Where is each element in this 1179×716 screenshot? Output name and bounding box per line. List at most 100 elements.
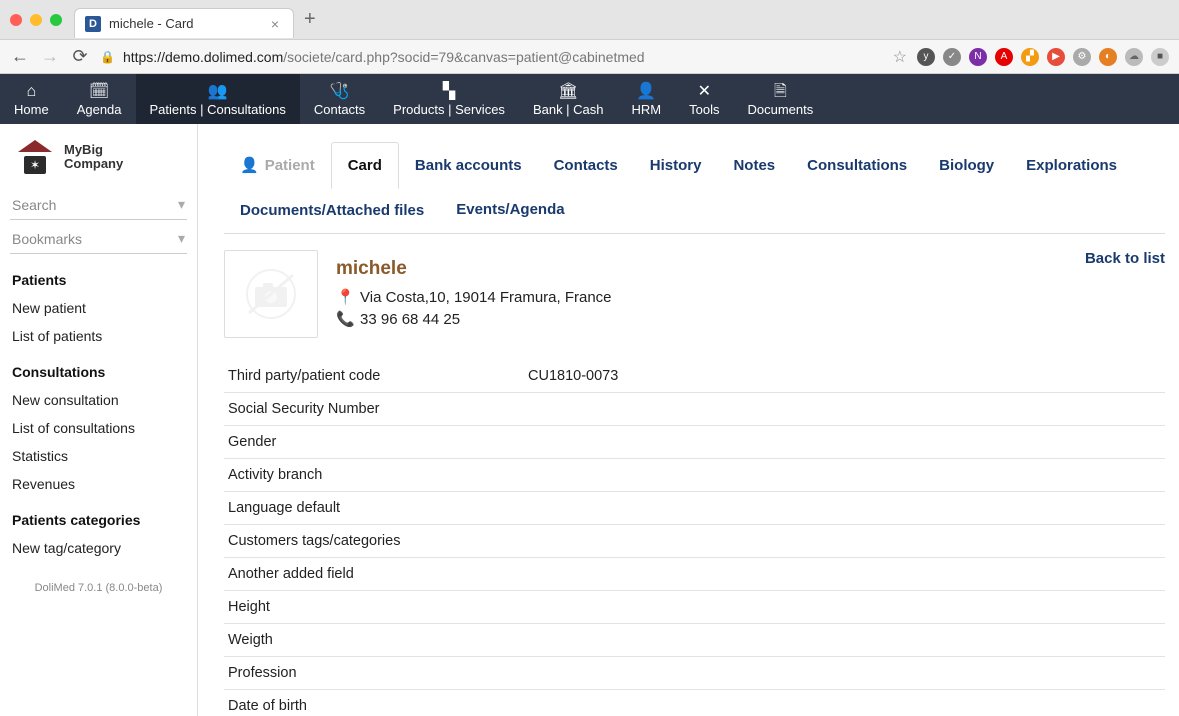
documents-icon: 🗎 <box>774 84 787 100</box>
sidebar-link-statistics[interactable]: Statistics <box>8 442 189 470</box>
bookmark-star-icon[interactable]: ☆ <box>893 47 907 67</box>
extension-icon[interactable]: ▞ <box>1021 48 1039 66</box>
extension-icon[interactable]: ■ <box>1151 48 1169 66</box>
back-to-list-link[interactable]: Back to list <box>1085 250 1165 267</box>
sidebar-section-title: Patients categories <box>8 498 189 534</box>
appbar-item-patients-consultations[interactable]: 👥 Patients | Consultations <box>136 74 300 124</box>
field-label: Date of birth <box>224 690 524 716</box>
appbar-item-hrm[interactable]: 👤HRM <box>618 74 676 124</box>
search-placeholder: Search <box>12 197 56 213</box>
patients-consultations-icon: 👥 <box>208 84 228 100</box>
extension-icon[interactable]: ▶ <box>1047 48 1065 66</box>
field-label: Gender <box>224 426 524 459</box>
tab-history[interactable]: History <box>634 143 718 188</box>
patient-avatar-placeholder[interactable] <box>224 250 318 338</box>
sidebar-link-list-of-patients[interactable]: List of patients <box>8 322 189 350</box>
sidebar-link-revenues[interactable]: Revenues <box>8 470 189 498</box>
table-row: Date of birth <box>224 690 1165 716</box>
extension-icon[interactable]: y <box>917 48 935 66</box>
table-row: Profession <box>224 657 1165 690</box>
close-window-button[interactable] <box>10 14 22 26</box>
appbar-item-label: Products | Services <box>393 102 505 117</box>
appbar-item-contacts[interactable]: 🩺Contacts <box>300 74 379 124</box>
new-tab-button[interactable]: + <box>304 8 316 31</box>
table-row: Language default <box>224 492 1165 525</box>
field-label: Profession <box>224 657 524 690</box>
appbar-item-label: Patients | Consultations <box>150 102 286 117</box>
field-value <box>524 657 1165 690</box>
extension-icon[interactable]: ☁ <box>1125 48 1143 66</box>
minimize-window-button[interactable] <box>30 14 42 26</box>
browser-tab[interactable]: D michele - Card × <box>74 8 294 38</box>
address-bar[interactable]: 🔒 https://demo.dolimed.com/societe/card.… <box>100 49 883 65</box>
field-label: Language default <box>224 492 524 525</box>
appbar-item-home[interactable]: ⌂Home <box>0 74 63 124</box>
tab-contacts[interactable]: Contacts <box>538 143 634 188</box>
home-icon: ⌂ <box>27 84 37 100</box>
tab-card[interactable]: Card <box>331 142 399 189</box>
field-label: Customers tags/categories <box>224 525 524 558</box>
agenda-icon: 🗓 <box>89 84 109 100</box>
tab-notes[interactable]: Notes <box>717 143 791 188</box>
appbar-item-products-services[interactable]: ▚ Products | Services <box>379 74 519 124</box>
extension-icon[interactable]: N <box>969 48 987 66</box>
tab-biology[interactable]: Biology <box>923 143 1010 188</box>
field-value <box>524 558 1165 591</box>
content-area: 👤PatientCardBank accountsContactsHistory… <box>198 124 1179 716</box>
field-value <box>524 426 1165 459</box>
tab-label: Patient <box>265 157 315 174</box>
appbar-item-bank-cash[interactable]: 🏛Bank | Cash <box>519 74 618 124</box>
extension-icon[interactable]: ⚙ <box>1073 48 1091 66</box>
sidebar-section-title: Consultations <box>8 350 189 386</box>
tab-events-agenda[interactable]: Events/Agenda <box>440 191 580 230</box>
back-button[interactable]: ← <box>10 46 30 67</box>
bookmarks-dropdown[interactable]: Bookmarks ▾ <box>10 224 187 254</box>
patient-fields-table: Third party/patient codeCU1810-0073Socia… <box>224 360 1165 716</box>
favicon: D <box>85 16 101 32</box>
tab-consultations[interactable]: Consultations <box>791 143 923 188</box>
products-services-icon: ▚ <box>443 84 455 100</box>
patient-name: michele <box>336 258 1067 280</box>
field-label: Activity branch <box>224 459 524 492</box>
appbar-item-agenda[interactable]: 🗓 Agenda <box>63 74 136 124</box>
field-value <box>524 492 1165 525</box>
field-label: Third party/patient code <box>224 360 524 393</box>
close-tab-button[interactable]: × <box>271 16 279 32</box>
patient-address: Via Costa,10, 19014 Framura, France <box>360 289 612 306</box>
company-logo[interactable]: ✶ MyBig Company <box>8 134 189 188</box>
appbar-item-label: Tools <box>689 102 719 117</box>
sidebar-link-list-of-consultations[interactable]: List of consultations <box>8 414 189 442</box>
sidebar-link-new-tag-category[interactable]: New tag/category <box>8 534 189 562</box>
extension-icon[interactable]: ◐ <box>1099 48 1117 66</box>
tab-explorations[interactable]: Explorations <box>1010 143 1133 188</box>
appbar-item-documents[interactable]: 🗎Documents <box>734 74 828 124</box>
field-value <box>524 459 1165 492</box>
extension-icon[interactable]: ✓ <box>943 48 961 66</box>
reload-button[interactable]: ⟳ <box>70 46 90 67</box>
tab-documents-attached-files[interactable]: Documents/Attached files <box>224 188 440 233</box>
appbar-item-label: Agenda <box>77 102 122 117</box>
search-dropdown[interactable]: Search ▾ <box>10 190 187 220</box>
appbar-item-tools[interactable]: ✕Tools <box>675 74 733 124</box>
extension-icon[interactable]: A <box>995 48 1013 66</box>
field-value <box>524 393 1165 426</box>
field-value <box>524 525 1165 558</box>
chevron-down-icon: ▾ <box>178 196 185 213</box>
forward-button[interactable]: → <box>40 46 60 67</box>
field-label: Another added field <box>224 558 524 591</box>
sidebar-link-new-consultation[interactable]: New consultation <box>8 386 189 414</box>
table-row: Customers tags/categories <box>224 525 1165 558</box>
bookmarks-placeholder: Bookmarks <box>12 231 82 247</box>
logo-mark-icon: ✶ <box>14 140 56 174</box>
tab-bank-accounts[interactable]: Bank accounts <box>399 143 538 188</box>
contacts-icon: 🩺 <box>330 84 350 100</box>
maximize-window-button[interactable] <box>50 14 62 26</box>
sidebar-link-new-patient[interactable]: New patient <box>8 294 189 322</box>
table-row: Another added field <box>224 558 1165 591</box>
table-row: Height <box>224 591 1165 624</box>
hrm-icon: 👤 <box>636 84 656 100</box>
tab-patient[interactable]: 👤Patient <box>224 142 331 188</box>
camera-icon <box>241 269 301 319</box>
phone-icon: 📞 <box>336 310 352 328</box>
field-value <box>524 690 1165 716</box>
